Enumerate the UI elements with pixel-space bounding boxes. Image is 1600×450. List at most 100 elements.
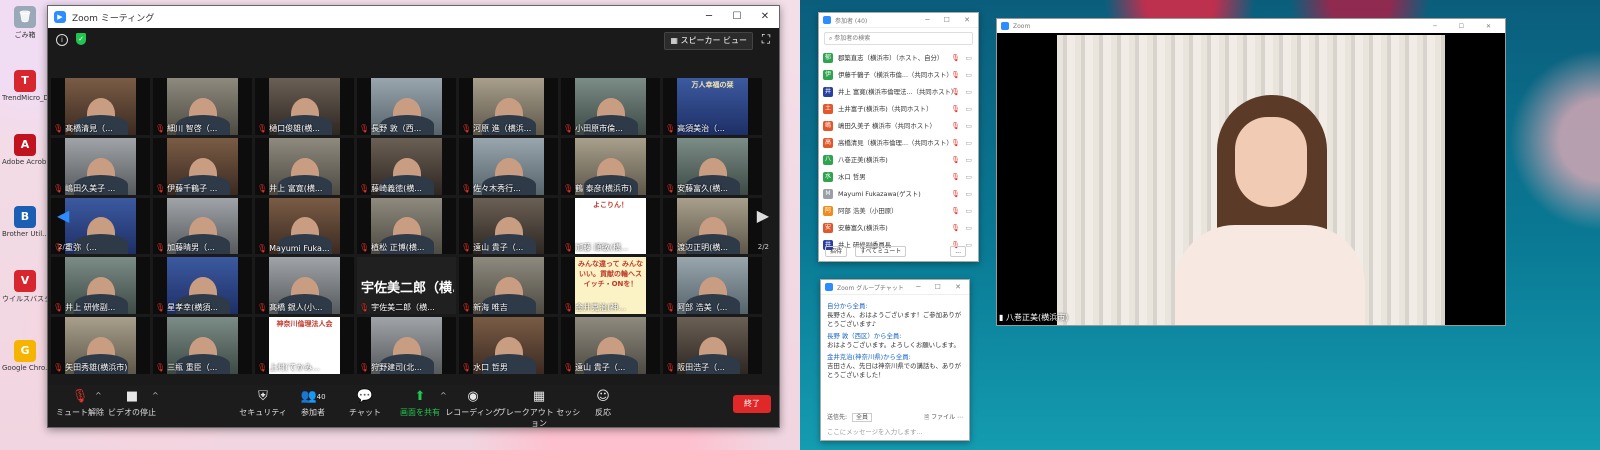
muted-mic-icon: 🎙 bbox=[155, 243, 166, 253]
mute-all-button[interactable]: すべてミュート bbox=[854, 246, 907, 257]
tile-name-large: 宇佐美二郎（横... bbox=[361, 281, 454, 297]
video-tile[interactable]: 🎙 藤崎義徳(横... bbox=[357, 137, 456, 195]
video-tile[interactable]: 🎙 遠山 貴子（... bbox=[459, 197, 558, 255]
send-to-dropdown[interactable]: 全員 bbox=[851, 413, 872, 422]
video-tile[interactable]: 🎙 嶋田久美子 ... bbox=[51, 137, 150, 195]
desktop-icon[interactable]: G Google Chro... bbox=[2, 340, 48, 372]
tile-name: 🎙 阿部 浩美（... bbox=[663, 302, 762, 313]
video-tile[interactable]: 🎙 長野 敦（西... bbox=[357, 78, 456, 135]
fullscreen-icon[interactable]: ⛶ bbox=[759, 32, 773, 46]
video-tile[interactable]: 🎙 鶴 泰彦(横浜市) bbox=[561, 137, 660, 195]
video-tile[interactable]: みんな違って みんないい。貢献の輪へスイッチ・ONを！ 🎙 金井克治(神... bbox=[561, 257, 660, 315]
participants-label: 参加者 bbox=[301, 408, 325, 417]
video-tile[interactable]: 🎙 植松 正博(横... bbox=[357, 197, 456, 255]
participant-name: 水口 哲男 bbox=[473, 362, 508, 372]
video-tile[interactable]: 万人幸福の栞 🎙 高須美治（... bbox=[663, 78, 762, 135]
muted-mic-icon: 🎙 bbox=[563, 123, 574, 133]
chat-sender: 金井克治(神奈川県)から全員: bbox=[827, 353, 911, 361]
participant-name: 加藤晴男（... bbox=[167, 243, 215, 253]
desktop-app-icon: B bbox=[14, 206, 36, 228]
participant-row[interactable]: 井井上 富寛(横浜市倫理法...（共同ホスト） 🎙 ▭ bbox=[823, 83, 974, 100]
video-tile[interactable]: 🎙 新海 唯吉 bbox=[459, 257, 558, 315]
muted-mic-icon: 🎙 bbox=[155, 123, 166, 133]
participant-search-input[interactable]: ⌕ 参加者の検索 bbox=[824, 32, 973, 45]
video-status-icon: ▭ bbox=[965, 223, 972, 232]
tile-overlay-text: 万人幸福の栞 bbox=[691, 81, 734, 89]
muted-mic-icon: 🎙 bbox=[951, 121, 960, 130]
next-page-arrow-icon[interactable]: ▶ bbox=[757, 206, 769, 225]
video-tile[interactable]: 神奈川倫理法人会 🎙 上村(でかみ... bbox=[255, 317, 354, 374]
video-options-caret-icon[interactable]: ^ bbox=[152, 391, 159, 400]
video-tile[interactable]: 🎙 阪田浩子（... bbox=[663, 317, 762, 374]
video-tile[interactable]: 🎙 星孝幸(横須... bbox=[153, 257, 252, 315]
video-tile[interactable]: 🎙 伊藤千鶴子 ... bbox=[153, 137, 252, 195]
participant-row[interactable]: 土土井富子(横浜市)（共同ホスト） 🎙 ▭ bbox=[823, 100, 974, 117]
video-tile[interactable]: 🎙 遠山 貴子（... bbox=[561, 317, 660, 374]
speaker-window-controls[interactable]: ─ ☐ ✕ bbox=[1433, 23, 1501, 30]
video-tile[interactable]: 🎙 小田原市倫... bbox=[561, 78, 660, 135]
close-button[interactable]: ✕ bbox=[751, 6, 779, 28]
security-shield-icon[interactable]: ✓ bbox=[76, 33, 86, 45]
participant-row[interactable]: 嶋嶋田久美子 横浜市（共同ホスト） 🎙 ▭ bbox=[823, 117, 974, 134]
muted-mic-icon: 🎙 bbox=[155, 362, 166, 372]
video-tile[interactable]: 宇佐美二郎（横...🎙宇佐美二郎（横... bbox=[357, 257, 456, 315]
muted-mic-icon: 🎙 bbox=[359, 362, 370, 372]
window-title: Zoom ミーティング bbox=[72, 13, 155, 24]
more-button[interactable]: ... bbox=[950, 246, 966, 257]
participant-row[interactable]: 伊伊藤千鶴子（横浜市倫...（共同ホスト） 🎙 ▭ bbox=[823, 66, 974, 83]
speaker-view-button[interactable]: ▦ スピーカー ビュー bbox=[664, 32, 753, 50]
video-tile[interactable]: 🎙 阿部 浩美（... bbox=[663, 257, 762, 315]
end-meeting-button[interactable]: 終了 bbox=[733, 395, 771, 413]
participant-row[interactable]: 水水口 哲男 🎙 ▭ bbox=[823, 168, 974, 185]
video-tile[interactable]: 🎙 樋口俊雄(横... bbox=[255, 78, 354, 135]
participant-name: 鶴 泰彦(横浜市) bbox=[575, 183, 632, 193]
prev-page-arrow-icon[interactable]: ◀ bbox=[57, 206, 69, 225]
video-tile[interactable]: 🎙 井上 富寛(横... bbox=[255, 137, 354, 195]
muted-mic-icon: 🎙 bbox=[359, 123, 370, 133]
video-tile[interactable]: 🎙 矢田秀雄(横浜市) bbox=[51, 317, 150, 374]
desktop-icon[interactable]: A Adobe Acrob... bbox=[2, 134, 48, 166]
participants-window-controls[interactable]: ─ ☐ ✕ bbox=[925, 13, 976, 27]
participant-row[interactable]: 八八巻正美(横浜市) 🎙 ▭ bbox=[823, 151, 974, 168]
desktop-icon-label: Google Chro... bbox=[2, 364, 48, 372]
video-tile[interactable]: 🎙 三瓶 重臣（... bbox=[153, 317, 252, 374]
participant-name: Mayumi Fukazawa(ゲスト) bbox=[838, 190, 921, 198]
file-button[interactable]: 🗎 ファイル ⋯ bbox=[924, 412, 963, 423]
video-tile[interactable]: 🎙 佐々木秀行... bbox=[459, 137, 558, 195]
participant-name: 高須美治（... bbox=[677, 123, 725, 133]
participant-name: Mayumi Fuka... bbox=[269, 244, 330, 254]
video-tile[interactable]: よこりん！ 🎙 加藤 順敏(横... bbox=[561, 197, 660, 255]
desktop-icon[interactable]: T TrendMicro_D... bbox=[2, 70, 48, 102]
desktop-icon[interactable]: 🗑 ごみ箱 bbox=[2, 6, 48, 40]
video-tile[interactable]: 🎙 渡辺正明(横... bbox=[663, 197, 762, 255]
muted-mic-icon: 🎙 bbox=[461, 303, 472, 313]
maximize-button[interactable]: ☐ bbox=[723, 6, 751, 28]
chat-window-controls[interactable]: ─ ☐ ✕ bbox=[916, 280, 967, 294]
participant-row[interactable]: 阿阿部 浩美（小田原） 🎙 ▭ bbox=[823, 202, 974, 219]
video-tile[interactable]: 🎙 水口 哲男 bbox=[459, 317, 558, 374]
participant-name: 上村(でかみ... bbox=[269, 362, 320, 372]
info-icon[interactable]: i bbox=[56, 34, 68, 46]
video-tile[interactable]: 🎙 髙橋清見（... bbox=[51, 78, 150, 135]
video-tile[interactable]: 🎙 加藤晴男（... bbox=[153, 197, 252, 255]
participants-window: 参加者 (40) ─ ☐ ✕ ⌕ 参加者の検索 郁郡築直志（横浜市）（ホスト、自… bbox=[818, 12, 979, 262]
video-tile[interactable]: 🎙 安藤富久(横... bbox=[663, 137, 762, 195]
meeting-top-bar: i ✓ ▦ スピーカー ビュー ⛶ bbox=[48, 28, 779, 52]
chat-message-input[interactable]: ここにメッセージを入力します... bbox=[827, 427, 922, 436]
desktop-icon[interactable]: B Brother Util... bbox=[2, 206, 48, 238]
video-tile[interactable]: 🎙 河原 進（横浜... bbox=[459, 78, 558, 135]
participant-row[interactable]: 安安藤富久(横浜市) 🎙 ▭ bbox=[823, 219, 974, 236]
participant-row[interactable]: M Mayumi Fukazawa(ゲスト) 🎙 ▭ bbox=[823, 185, 974, 202]
video-tile[interactable]: 🎙 狩野建司(北... bbox=[357, 317, 456, 374]
video-tile[interactable]: 🎙 井上 研修副... bbox=[51, 257, 150, 315]
invite-button[interactable]: 招待 bbox=[825, 246, 848, 257]
reactions-button[interactable]: ☺ 反応 bbox=[571, 389, 635, 418]
video-tile[interactable]: 🎙 髙橋 銀人(小... bbox=[255, 257, 354, 315]
participant-row[interactable]: 郁郡築直志（横浜市）（ホスト、自分） 🎙 ▭ bbox=[823, 49, 974, 66]
desktop-icon[interactable]: V ウイルスバスター bbox=[2, 270, 48, 304]
minimize-button[interactable]: ─ bbox=[695, 6, 723, 28]
participant-row[interactable]: 高高橋清見（横浜市倫理...（共同ホスト） 🎙 ▭ bbox=[823, 134, 974, 151]
muted-mic-icon: 🎙 bbox=[951, 155, 960, 164]
video-tile[interactable]: 🎙 細川 智啓（... bbox=[153, 78, 252, 135]
video-tile[interactable]: 🎙 Mayumi Fuka... bbox=[255, 197, 354, 255]
